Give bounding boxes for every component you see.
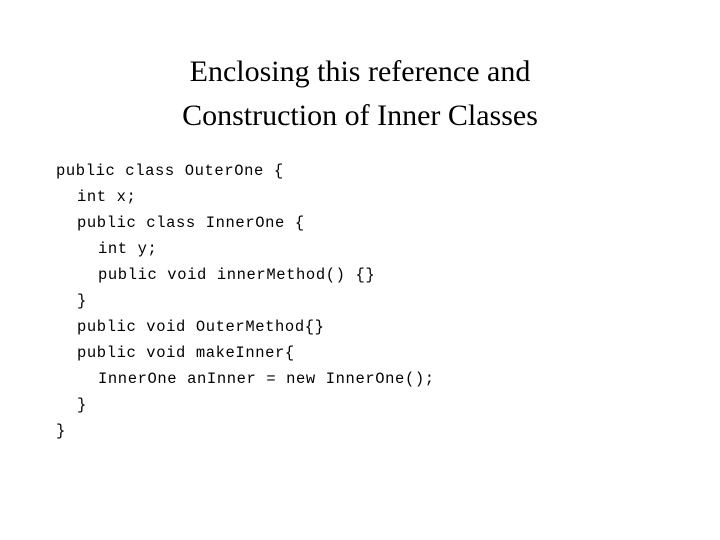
page-title-line-2: Construction of Inner Classes bbox=[182, 99, 538, 132]
page-title: Enclosing this reference and Constructio… bbox=[60, 50, 660, 138]
code-line: public class OuterOne { bbox=[56, 162, 284, 180]
page-title-line-1: Enclosing this reference and bbox=[189, 55, 531, 88]
code-line: } bbox=[77, 292, 87, 310]
code-line: public void makeInner{ bbox=[77, 344, 295, 362]
code-line: } bbox=[56, 422, 66, 440]
code-line: public void innerMethod() {} bbox=[98, 266, 376, 284]
code-line: int y; bbox=[98, 240, 158, 258]
slide-canvas: Enclosing this reference and Constructio… bbox=[0, 0, 720, 540]
code-line: public class InnerOne { bbox=[77, 214, 305, 232]
code-line: public void OuterMethod{} bbox=[77, 318, 325, 336]
code-line: int x; bbox=[77, 188, 137, 206]
code-line: } bbox=[77, 396, 87, 414]
code-block: public class OuterOne { int x; public cl… bbox=[56, 158, 676, 444]
code-line: InnerOne anInner = new InnerOne(); bbox=[98, 370, 435, 388]
